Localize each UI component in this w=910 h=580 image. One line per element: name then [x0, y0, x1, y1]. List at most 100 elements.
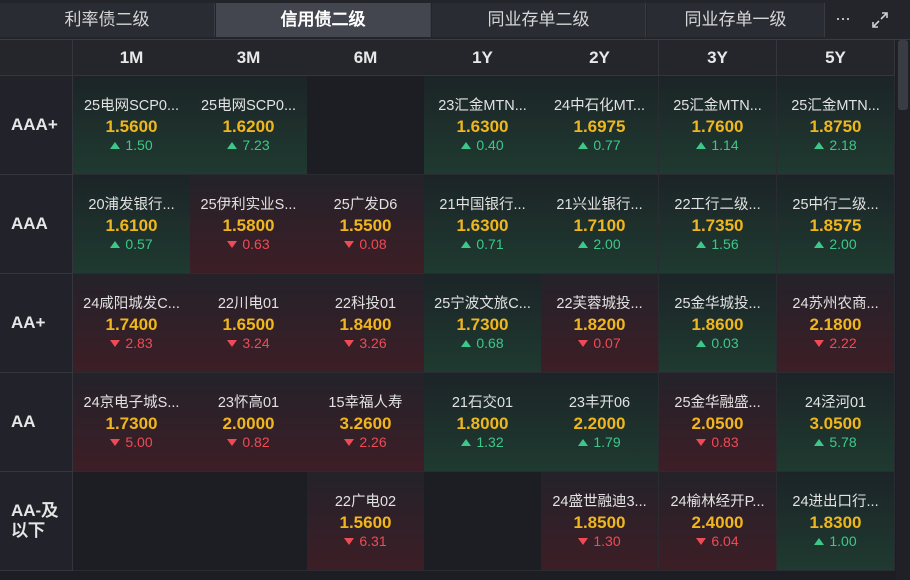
bond-cell[interactable]: 21中国银行... 1.6300 0.71 — [424, 175, 542, 274]
bond-cell[interactable]: 25伊利实业S... 1.5800 0.63 — [190, 175, 308, 274]
bond-cell[interactable]: 24盛世融迪3... 1.8500 1.30 — [541, 472, 659, 571]
bond-cell[interactable]: 25金华城投... 1.8600 0.03 — [659, 274, 777, 373]
bond-cell[interactable]: 25广发D6 1.5500 0.08 — [307, 175, 425, 274]
bond-name: 23汇金MTN... — [438, 97, 527, 114]
bond-cell[interactable]: 24咸阳城发C... 1.7400 2.83 — [73, 274, 191, 373]
bond-change: 1.50 — [110, 136, 153, 154]
triangle-up-icon — [461, 339, 472, 347]
triangle-up-icon — [227, 141, 238, 149]
bond-cell[interactable]: 21石交01 1.8000 1.32 — [424, 373, 542, 472]
triangle-up-icon — [110, 240, 121, 248]
bond-cell[interactable]: 25金华融盛... 2.0500 0.83 — [659, 373, 777, 472]
bond-change: 0.57 — [110, 236, 153, 253]
bond-change-value: 1.50 — [125, 136, 153, 153]
scrollbar-thumb[interactable] — [898, 40, 908, 110]
bond-change-value: 0.68 — [476, 334, 504, 351]
bond-name: 25金华城投... — [674, 295, 761, 312]
bond-change: 1.14 — [696, 137, 739, 154]
grid-corner — [0, 40, 73, 76]
tab-credit-bond-secondary[interactable]: 信用债二级 — [216, 3, 431, 37]
bond-change: 1.79 — [578, 434, 621, 451]
bond-yield: 1.7400 — [105, 314, 158, 334]
triangle-down-icon — [344, 438, 355, 446]
bond-yield: 1.7350 — [691, 215, 744, 235]
bond-name: 24榆林经开P... — [670, 493, 765, 510]
bond-cell[interactable]: 22工行二级... 1.7350 1.56 — [659, 175, 777, 274]
triangle-down-icon — [110, 438, 121, 446]
bond-change-value: 0.83 — [711, 433, 739, 450]
tab-ncd-secondary[interactable]: 同业存单二级 — [432, 3, 646, 37]
bond-cell[interactable]: 25宁波文旅C... 1.7300 0.68 — [424, 274, 542, 373]
bond-change: 0.07 — [578, 334, 621, 352]
triangle-up-icon — [461, 438, 472, 446]
bond-change: 3.26 — [344, 335, 387, 352]
triangle-up-icon — [578, 141, 589, 149]
triangle-up-icon — [696, 339, 707, 347]
bond-cell[interactable]: 21兴业银行... 1.7100 2.00 — [541, 175, 659, 274]
bond-cell[interactable]: 24进出口行... 1.8300 1.00 — [777, 472, 895, 571]
bond-name: 24苏州农商... — [792, 295, 879, 312]
bond-change-value: 0.63 — [242, 235, 270, 252]
bond-cell[interactable]: 25电网SCP0... 1.5600 1.50 — [73, 76, 191, 175]
triangle-down-icon — [227, 339, 238, 347]
empty-cell — [190, 472, 308, 571]
bond-cell[interactable]: 22广电02 1.5600 6.31 — [307, 472, 425, 571]
bond-change-value: 6.31 — [359, 532, 387, 549]
bond-change: 2.83 — [110, 334, 153, 352]
bond-change-value: 0.82 — [242, 433, 270, 450]
tab-rate-bond-secondary[interactable]: 利率债二级 — [0, 3, 215, 37]
bond-cell[interactable]: 25汇金MTN... 1.8750 2.18 — [777, 76, 895, 175]
bond-cell[interactable]: 22川电01 1.6500 3.24 — [190, 274, 308, 373]
more-icon[interactable]: ··· — [826, 3, 859, 37]
bond-cell[interactable]: 24京电子城S... 1.7300 5.00 — [73, 373, 191, 472]
bond-cell[interactable]: 23怀高01 2.0000 0.82 — [190, 373, 308, 472]
bond-change-value: 2.00 — [829, 235, 857, 252]
bond-name: 24中石化MT... — [553, 97, 646, 114]
tab-ncd-primary[interactable]: 同业存单一级 — [647, 3, 825, 37]
bond-name: 23怀高01 — [217, 394, 280, 411]
bond-yield: 1.5600 — [105, 116, 158, 136]
column-header-2y: 2Y — [541, 40, 659, 76]
bond-yield: 1.7300 — [456, 314, 509, 334]
bond-cell[interactable]: 24榆林经开P... 2.4000 6.04 — [659, 472, 777, 571]
bond-cell[interactable]: 23丰开06 2.2000 1.79 — [541, 373, 659, 472]
bond-change-value: 7.23 — [242, 136, 270, 153]
column-header-1m: 1M — [73, 40, 191, 76]
bond-cell[interactable]: 25电网SCP0... 1.6200 7.23 — [190, 76, 308, 175]
bond-cell[interactable]: 15幸福人寿 3.2600 2.26 — [307, 373, 425, 472]
bond-change-value: 6.04 — [711, 532, 739, 549]
bond-cell[interactable]: 25汇金MTN... 1.7600 1.14 — [659, 76, 777, 175]
bond-change: 0.71 — [461, 235, 504, 253]
bond-cell[interactable]: 24中石化MT... 1.6975 0.77 — [541, 76, 659, 175]
bond-name: 25宁波文旅C... — [434, 295, 531, 312]
bond-change-value: 0.07 — [593, 334, 621, 351]
bond-cell[interactable]: 23汇金MTN... 1.6300 0.40 — [424, 76, 542, 175]
bond-change-value: 0.08 — [359, 235, 387, 252]
bond-change: 5.78 — [814, 434, 857, 451]
bond-cell[interactable]: 20浦发银行... 1.6100 0.57 — [73, 175, 191, 274]
triangle-down-icon — [227, 240, 238, 248]
bond-name: 25中行二级... — [792, 196, 879, 213]
expand-icon[interactable] — [860, 3, 900, 37]
triangle-up-icon — [110, 141, 121, 149]
bond-name: 22科投01 — [334, 295, 397, 312]
bond-change-value: 0.77 — [593, 136, 621, 153]
triangle-up-icon — [814, 537, 825, 545]
triangle-up-icon — [578, 438, 589, 446]
bond-change: 6.04 — [696, 532, 739, 550]
bond-change-value: 2.83 — [125, 334, 153, 351]
bond-change: 0.40 — [461, 137, 504, 154]
bond-cell[interactable]: 22科投01 1.8400 3.26 — [307, 274, 425, 373]
bond-change-value: 0.71 — [476, 235, 504, 252]
triangle-up-icon — [814, 438, 825, 446]
bond-name: 22川电01 — [217, 295, 280, 312]
scrollbar[interactable] — [896, 40, 910, 580]
bond-name: 24京电子城S... — [83, 394, 180, 411]
bond-cell[interactable]: 24泾河01 3.0500 5.78 — [777, 373, 895, 472]
bond-yield: 1.8000 — [456, 413, 509, 433]
bond-yield: 2.1800 — [809, 314, 862, 334]
bond-cell[interactable]: 24苏州农商... 2.1800 2.22 — [777, 274, 895, 373]
bond-cell[interactable]: 22芙蓉城投... 1.8200 0.07 — [541, 274, 659, 373]
bond-name: 21兴业银行... — [556, 196, 643, 213]
bond-cell[interactable]: 25中行二级... 1.8575 2.00 — [777, 175, 895, 274]
